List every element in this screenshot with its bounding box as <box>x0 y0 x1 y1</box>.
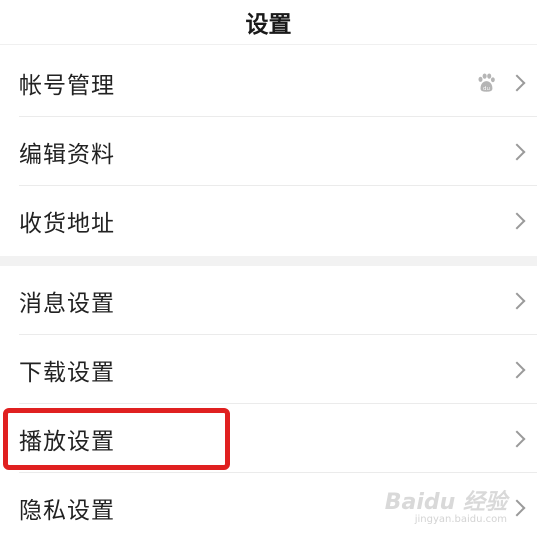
settings-item-label: 帐号管理 <box>19 72 115 99</box>
watermark: Baidu 经验 jingyan.baidu.com <box>385 484 507 525</box>
svg-text:du: du <box>483 85 490 91</box>
watermark-logo: Baidu 经验 <box>384 490 507 515</box>
baidu-paw-icon: du <box>478 73 495 91</box>
watermark-url: jingyan.baidu.com <box>414 514 507 525</box>
highlight-box <box>3 408 230 470</box>
chevron-right-icon <box>508 143 526 160</box>
settings-item-message[interactable]: 消息设置 <box>0 266 537 335</box>
page-title: 设置 <box>0 0 537 45</box>
chevron-right-icon <box>508 212 526 229</box>
chevron-right-icon <box>508 499 526 516</box>
settings-item-shipping-address[interactable]: 收货地址 <box>0 186 537 255</box>
account-settings-group: 帐号管理 du 编辑资料 收货地址 <box>0 48 537 255</box>
settings-item-label: 收货地址 <box>19 210 115 237</box>
chevron-right-icon <box>508 74 526 91</box>
settings-item-label: 隐私设置 <box>19 497 115 524</box>
settings-item-label: 编辑资料 <box>19 141 115 168</box>
settings-item-label: 消息设置 <box>19 290 115 317</box>
settings-item-label: 下载设置 <box>19 359 115 386</box>
group-separator <box>0 256 537 266</box>
chevron-right-icon <box>508 361 526 378</box>
settings-item-account[interactable]: 帐号管理 du <box>0 48 537 117</box>
settings-item-edit-profile[interactable]: 编辑资料 <box>0 117 537 186</box>
settings-item-download[interactable]: 下载设置 <box>0 335 537 404</box>
chevron-right-icon <box>508 292 526 309</box>
chevron-right-icon <box>508 430 526 447</box>
